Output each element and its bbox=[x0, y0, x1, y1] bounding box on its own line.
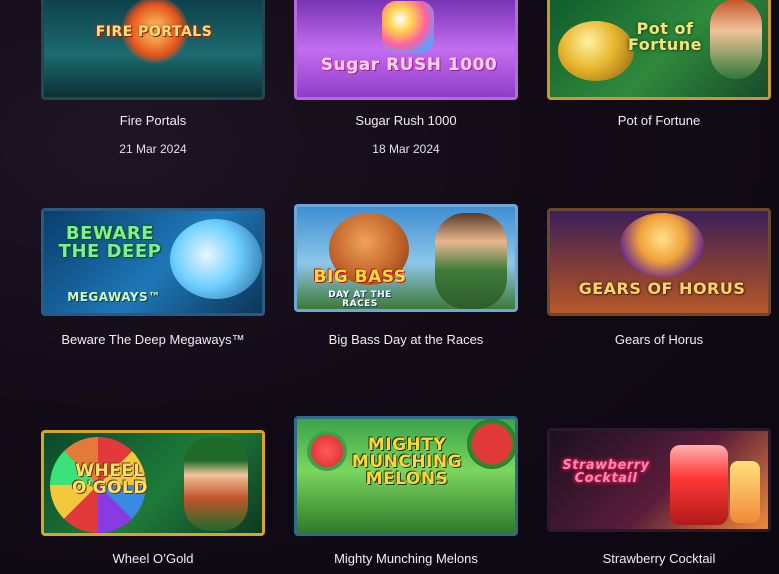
game-thumbnail[interactable]: MIGHTY MUNCHING MELONS bbox=[294, 416, 518, 536]
game-thumbnail[interactable]: GEARS OF HORUS bbox=[547, 208, 771, 316]
game-thumbnail[interactable]: Pot of Fortune bbox=[547, 0, 771, 100]
game-title[interactable]: Pot of Fortune bbox=[547, 113, 771, 128]
game-logo: BEWARE THE DEEP bbox=[58, 223, 162, 262]
game-logo: Strawberry Cocktail bbox=[562, 458, 650, 486]
game-logo: GEARS OF HORUS bbox=[578, 279, 746, 298]
game-title[interactable]: Gears of Horus bbox=[547, 332, 771, 347]
game-thumbnail[interactable]: Sugar RUSH 1000 bbox=[294, 0, 518, 100]
game-logo-subtitle: MEGAWAYS™ bbox=[67, 290, 161, 304]
game-thumbnail[interactable]: FIRE PORTALS bbox=[41, 0, 265, 100]
game-thumbnail[interactable]: WHEEL O'GOLD bbox=[41, 430, 265, 536]
release-date: 18 Mar 2024 bbox=[372, 142, 440, 156]
game-logo: Pot of Fortune bbox=[628, 19, 702, 54]
game-thumbnail[interactable]: BEWARE THE DEEP MEGAWAYS™ bbox=[41, 208, 265, 316]
game-thumbnail[interactable]: BIG BASS DAY AT THE RACES bbox=[294, 204, 518, 312]
game-title[interactable]: Beware The Deep Megaways™ bbox=[41, 332, 265, 347]
game-logo: Sugar RUSH 1000 bbox=[320, 55, 498, 75]
game-title[interactable]: Strawberry Cocktail bbox=[547, 551, 771, 566]
fisherman-icon bbox=[435, 213, 507, 309]
game-logo-subtitle: DAY AT THE RACES bbox=[328, 290, 392, 309]
shark-icon bbox=[170, 219, 262, 299]
release-date: 21 Mar 2024 bbox=[119, 142, 187, 156]
game-logo: BIG BASS bbox=[313, 267, 407, 287]
game-title[interactable]: Mighty Munching Melons bbox=[294, 551, 518, 566]
game-logo: FIRE PORTALS bbox=[95, 24, 213, 40]
game-logo: MIGHTY MUNCHING MELONS bbox=[351, 435, 463, 489]
game-logo: WHEEL O'GOLD bbox=[71, 461, 148, 498]
game-title[interactable]: Sugar Rush 1000 bbox=[294, 113, 518, 128]
leprechaun-icon bbox=[184, 437, 248, 531]
horus-falcon-icon bbox=[620, 213, 704, 277]
game-title[interactable]: Big Bass Day at the Races bbox=[294, 332, 518, 347]
drink-glass-icon bbox=[730, 461, 760, 523]
game-title[interactable]: Fire Portals bbox=[41, 113, 265, 128]
game-thumbnail[interactable]: Strawberry Cocktail bbox=[547, 428, 771, 532]
game-title[interactable]: Wheel O’Gold bbox=[41, 551, 265, 566]
candy-dispenser-icon bbox=[382, 1, 434, 53]
cocktail-glass-icon bbox=[670, 445, 728, 525]
